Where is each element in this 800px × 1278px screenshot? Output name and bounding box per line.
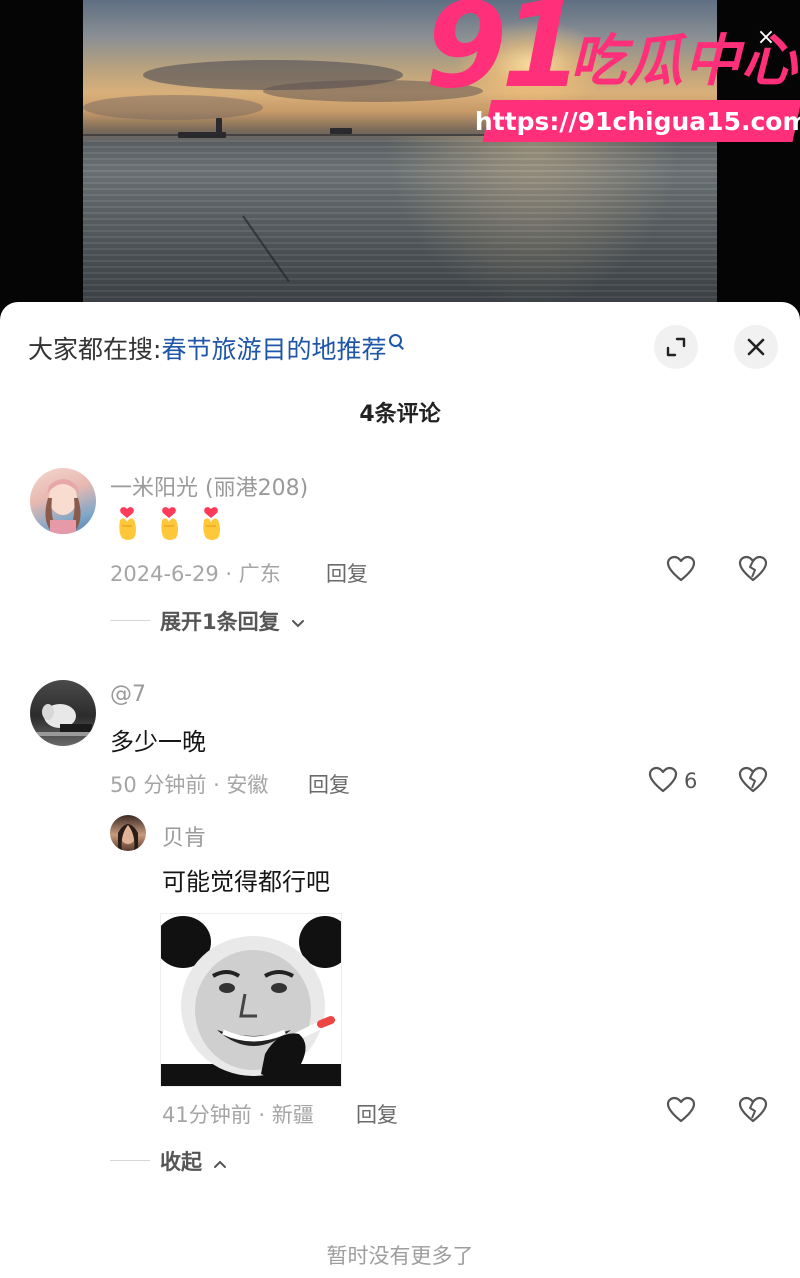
finger-heart-emoji-icon: [161, 507, 178, 540]
collapse-replies-label: 收起: [160, 1150, 202, 1174]
chevron-up-icon: [214, 1160, 227, 1168]
commenter-name[interactable]: 一米阳光 (丽港208): [110, 470, 308, 502]
commenter-name[interactable]: @7: [110, 682, 146, 707]
watermark-url: https://91chigua15.com: [475, 106, 800, 136]
chevron-down-icon: [291, 620, 304, 628]
expand-sheet-button[interactable]: [654, 325, 698, 369]
divider: [110, 1160, 150, 1161]
reply-sticker-image[interactable]: [160, 913, 342, 1087]
avatar[interactable]: [30, 468, 96, 534]
no-more-comments: 暂时没有更多了: [326, 1244, 474, 1268]
trending-search[interactable]: 大家都在搜: 春节旅游目的地推荐: [28, 328, 405, 368]
finger-heart-emoji-icon: [203, 507, 220, 540]
trending-search-term[interactable]: 春节旅游目的地推荐: [161, 330, 386, 366]
ship: [330, 128, 352, 134]
reply-meta: 41分钟前 · 新疆: [162, 1103, 314, 1127]
watermark-number: 91: [425, 0, 583, 114]
comment-sheet: 大家都在搜: 春节旅游目的地推荐 4条评论 一米阳光 (丽港208) 2024-…: [0, 302, 800, 1278]
like-heart-icon[interactable]: [666, 1096, 696, 1124]
dislike-broken-heart-icon[interactable]: [738, 555, 768, 583]
reply-button[interactable]: 回复: [326, 558, 368, 588]
replier-name[interactable]: 贝肯: [162, 820, 206, 852]
divider: [110, 620, 150, 621]
reply-button[interactable]: 回复: [308, 769, 350, 799]
search-icon: [389, 334, 405, 350]
cloud: [83, 95, 263, 120]
finger-heart-emoji-icon: [119, 507, 136, 540]
collapse-replies-button[interactable]: 收起: [160, 1146, 227, 1176]
avatar[interactable]: [110, 815, 146, 851]
comment-meta: 50 分钟前 · 安徽: [110, 773, 269, 797]
expand-replies-label: 展开1条回复: [160, 610, 280, 634]
avatar-portrait: [118, 824, 138, 851]
dislike-broken-heart-icon[interactable]: [738, 1096, 768, 1124]
comment-text: 多少一晚: [110, 728, 206, 756]
reply-text: 可能觉得都行吧: [162, 868, 330, 896]
like-heart-icon[interactable]: [648, 766, 678, 794]
avatar-portrait: [45, 479, 81, 534]
reply-button[interactable]: 回复: [356, 1099, 398, 1129]
emoji-row: [112, 506, 226, 542]
dislike-broken-heart-icon[interactable]: [738, 766, 768, 794]
close-sheet-button[interactable]: [734, 325, 778, 369]
sea-ripples: [83, 140, 717, 310]
watermark-close-icon[interactable]: ×: [752, 24, 780, 52]
watermark: 91 吃瓜中心 https://91chigua15.com ×: [425, 0, 800, 150]
comment-meta: 2024-6-29 · 广东: [110, 562, 281, 586]
watermark-url-badge: https://91chigua15.com: [475, 100, 800, 142]
close-icon: [747, 338, 765, 356]
like-heart-icon[interactable]: [666, 555, 696, 583]
video-player[interactable]: 91 吃瓜中心 https://91chigua15.com ×: [0, 0, 800, 320]
expand-replies-button[interactable]: 展开1条回复: [160, 606, 305, 636]
trending-search-prefix: 大家都在搜:: [28, 335, 162, 364]
ship-crane: [216, 118, 222, 134]
expand-icon: [666, 337, 686, 357]
like-count: 6: [684, 769, 698, 793]
avatar[interactable]: [30, 680, 96, 746]
comment-count: 4条评论: [359, 402, 441, 427]
avatar-dog-image: [36, 704, 92, 736]
panda-meme-sticker: [161, 914, 341, 1086]
